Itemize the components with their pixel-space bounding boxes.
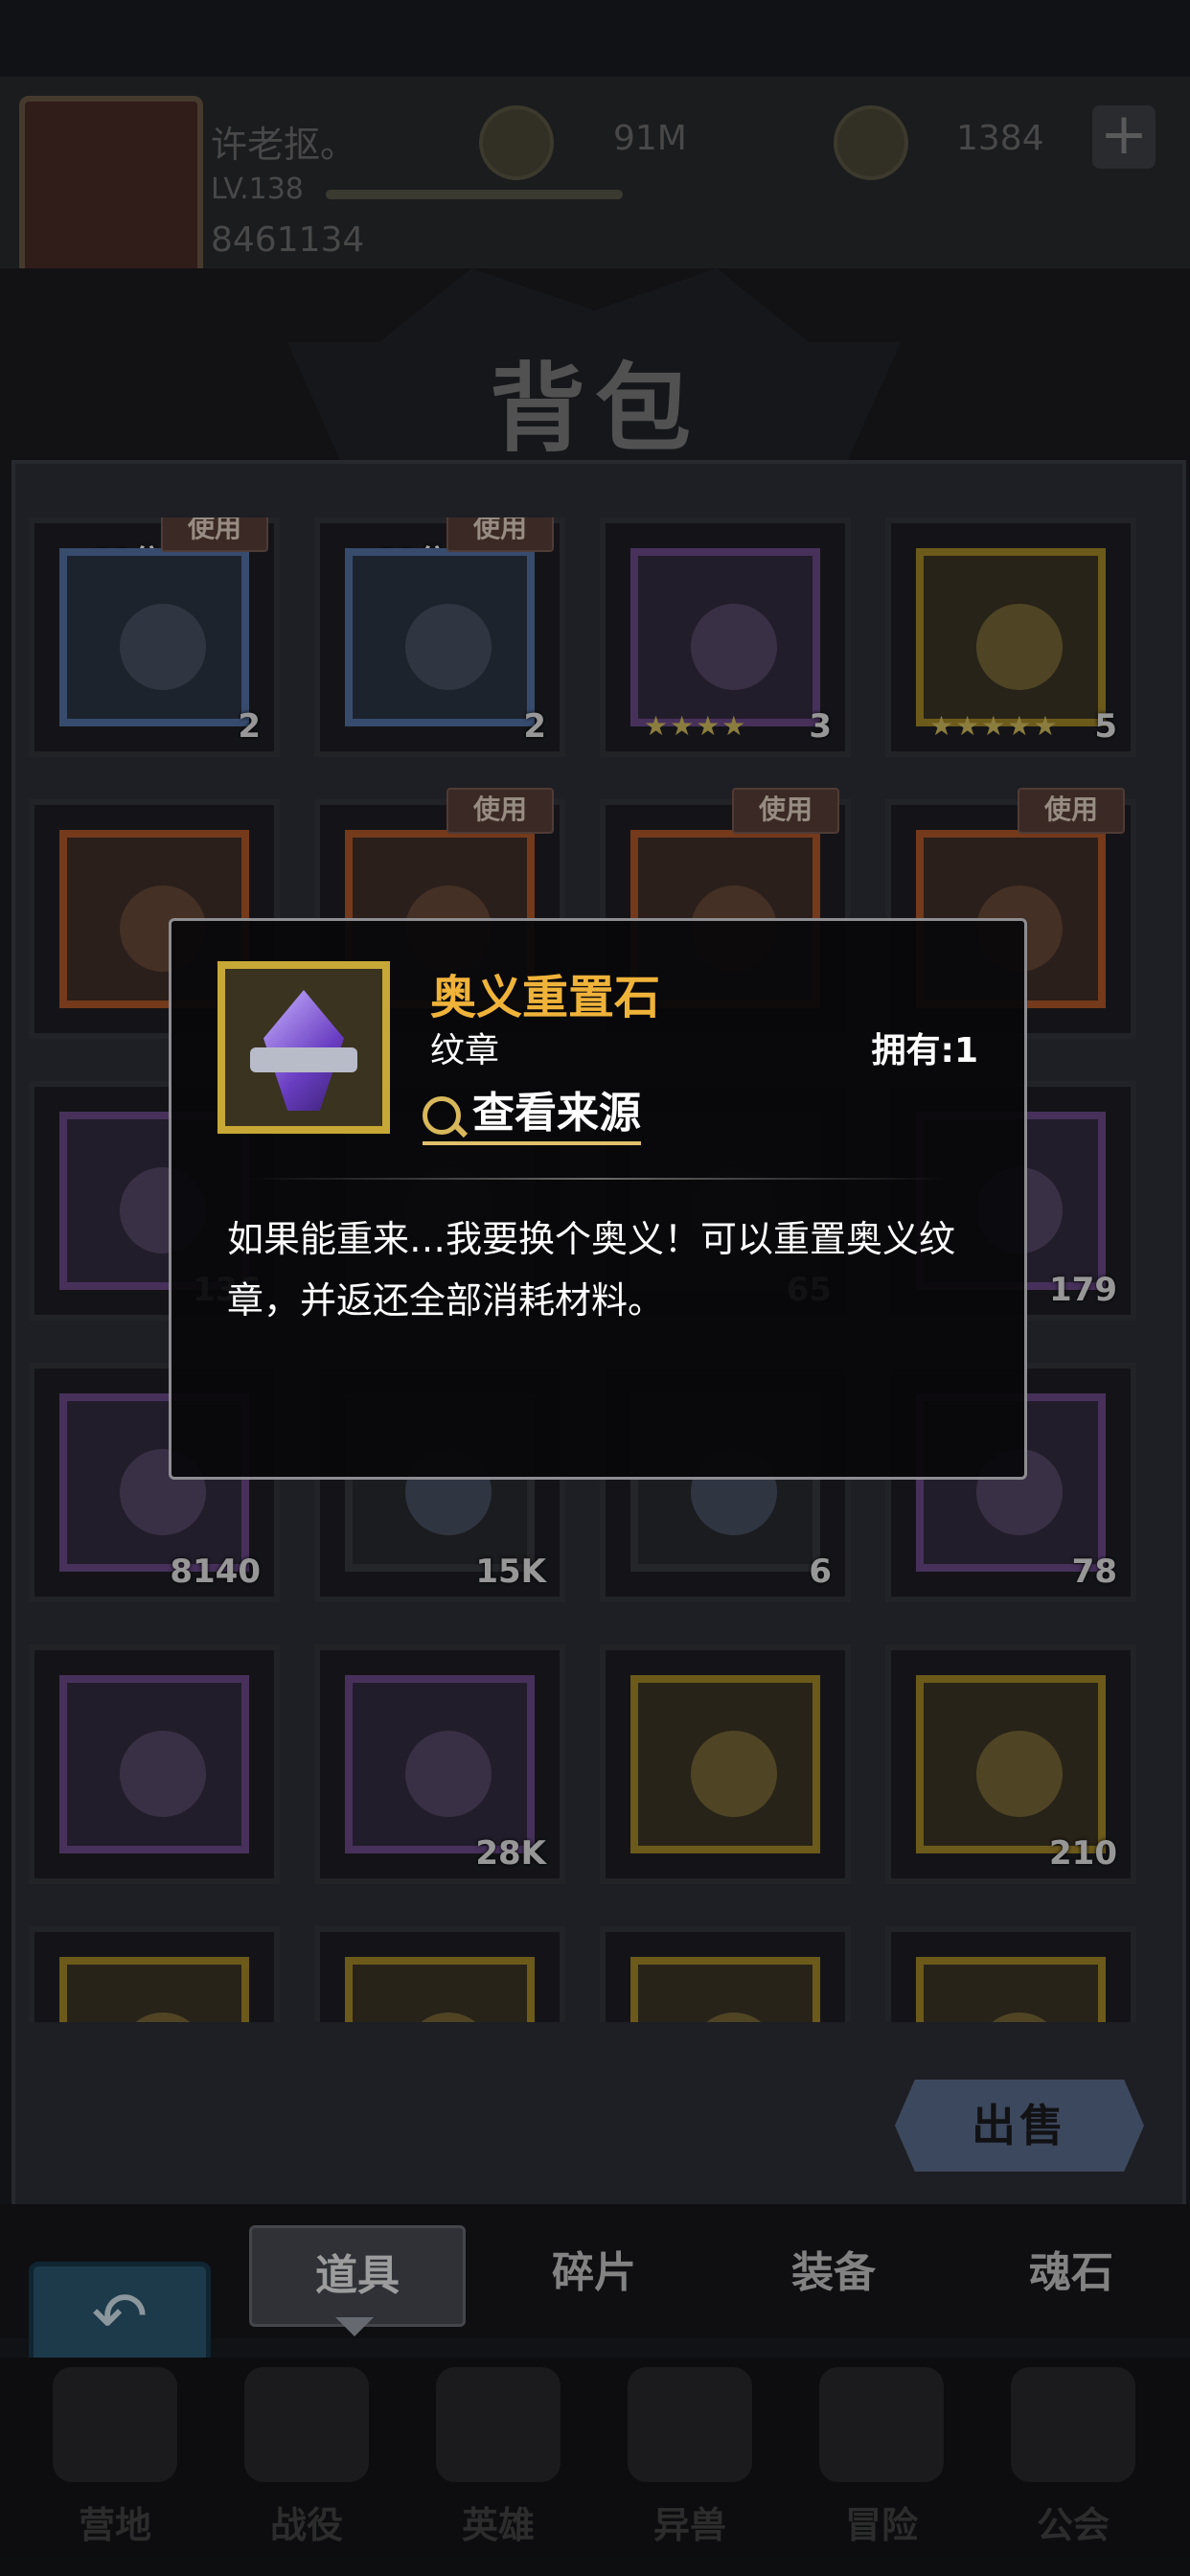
- item-detail-popup: 奥义重置石 纹章 拥有:1 查看来源 如果能重来…我要换个奥义！可以重置奥义纹章…: [169, 918, 1027, 1480]
- view-source-label: 查看来源: [472, 1089, 641, 1138]
- item-frame: [217, 961, 390, 1134]
- crystal-band: [250, 1047, 357, 1072]
- item-name: 奥义重置石: [430, 971, 661, 1024]
- item-description: 如果能重来…我要换个奥义！可以重置奥义纹章，并返还全部消耗材料。: [227, 1218, 956, 1322]
- item-category: 纹章: [430, 1031, 500, 1070]
- item-owned-count: 拥有:1: [871, 1031, 978, 1070]
- divider: [248, 1178, 948, 1180]
- view-source-link[interactable]: 查看来源: [423, 1078, 641, 1145]
- magnifier-icon: [423, 1096, 461, 1135]
